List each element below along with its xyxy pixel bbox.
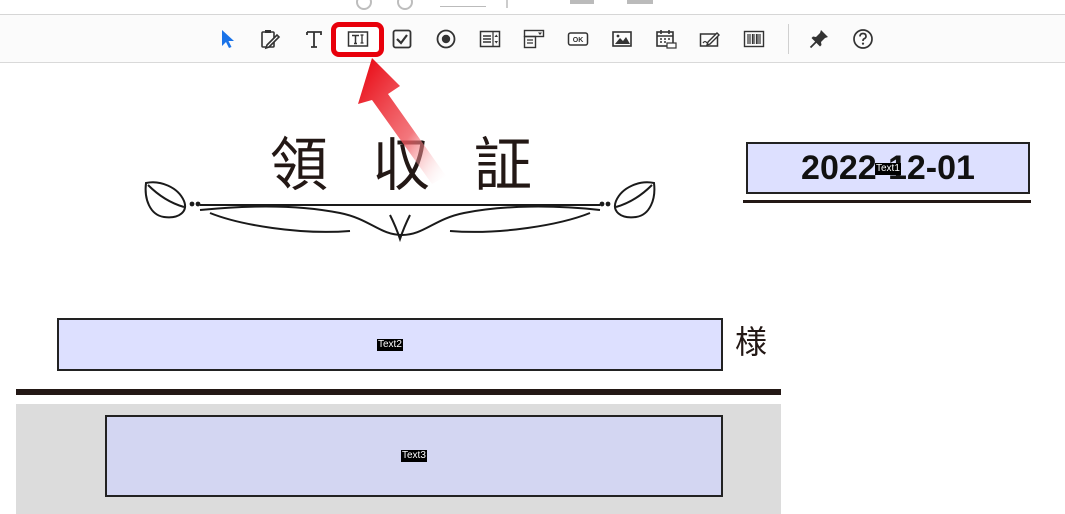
partial-circle-icon <box>356 0 372 10</box>
name-underline <box>16 389 781 395</box>
toolbar-divider <box>788 24 789 54</box>
honorific-label: 様 <box>735 323 768 361</box>
ok-icon-label: OK <box>573 37 584 44</box>
partial-field <box>440 0 486 7</box>
date-underline <box>743 200 1031 203</box>
field-tag-text3: Text3 <box>401 450 427 462</box>
image-icon[interactable] <box>608 25 636 53</box>
barcode-icon[interactable] <box>740 25 768 53</box>
checkbox-icon[interactable] <box>388 25 416 53</box>
form-tools-toolbar: OK <box>0 15 1065 63</box>
signature-icon[interactable] <box>696 25 724 53</box>
ok-button-icon[interactable]: OK <box>564 25 592 53</box>
dropdown-icon[interactable] <box>520 25 548 53</box>
partial-circle-icon <box>397 0 413 10</box>
partial-icon <box>570 0 594 4</box>
date-field-icon[interactable] <box>652 25 680 53</box>
select-arrow-icon[interactable] <box>213 25 241 53</box>
partial-icon <box>627 0 653 4</box>
text-icon[interactable] <box>300 25 328 53</box>
top-toolbar-partial <box>0 0 1065 15</box>
pin-icon[interactable] <box>805 25 833 53</box>
edit-form-icon[interactable] <box>256 25 284 53</box>
radio-button-icon[interactable] <box>432 25 460 53</box>
title-ornament <box>144 181 656 243</box>
partial-divider <box>506 0 508 8</box>
list-box-icon[interactable] <box>476 25 504 53</box>
help-icon[interactable] <box>849 25 877 53</box>
field-tag-text1: Text1 <box>875 163 901 175</box>
field-tag-text2: Text2 <box>377 339 403 351</box>
text-field-icon[interactable] <box>344 25 372 53</box>
